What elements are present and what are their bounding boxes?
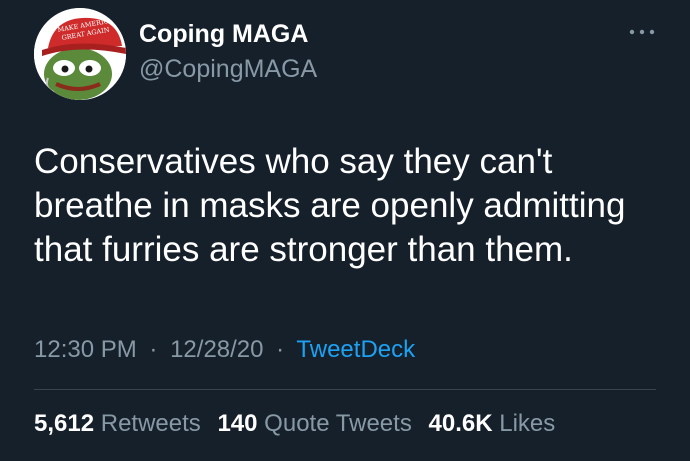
- tweet-card: MAKE AMERICA GREAT AGAIN Coping MAGA @Co…: [0, 0, 690, 461]
- tweet-text-line: Conservatives who say they can't: [34, 142, 553, 181]
- likes-stat[interactable]: 40.6K Likes: [429, 410, 556, 437]
- tweet-text-line: breathe in masks are openly admitting: [34, 186, 626, 225]
- avatar[interactable]: MAKE AMERICA GREAT AGAIN: [34, 8, 126, 100]
- pepe-maga-hat-avatar-icon: MAKE AMERICA GREAT AGAIN: [34, 8, 126, 100]
- likes-count: 40.6K: [428, 410, 493, 437]
- separator-dot: ·: [149, 336, 158, 363]
- likes-label: Likes: [499, 410, 556, 437]
- user-handle[interactable]: @CopingMAGA: [139, 55, 317, 84]
- divider: [34, 389, 656, 390]
- retweets-label: Retweets: [100, 410, 201, 437]
- more-options-button[interactable]: [625, 20, 659, 44]
- tweet-text-line: that furries are stronger than them.: [34, 230, 573, 269]
- separator-dot: ·: [276, 336, 285, 363]
- engagement-stats: 5,612 Retweets 140 Quote Tweets 40.6K Li…: [34, 410, 565, 438]
- more-horizontal-icon: [629, 29, 655, 35]
- quote-tweets-count: 140: [217, 410, 258, 437]
- tweet-text: Conservatives who say they can't breathe…: [34, 140, 664, 272]
- tweet-time[interactable]: 12:30 PM: [34, 336, 137, 363]
- tweet-metadata: 12:30 PM · 12/28/20 · TweetDeck: [34, 336, 415, 364]
- tweet-source-link[interactable]: TweetDeck: [296, 336, 415, 363]
- retweets-count: 5,612: [34, 410, 95, 437]
- quote-tweets-stat[interactable]: 140 Quote Tweets: [217, 410, 411, 437]
- retweets-stat[interactable]: 5,612 Retweets: [34, 410, 201, 437]
- quote-tweets-label: Quote Tweets: [264, 410, 412, 437]
- tweet-date[interactable]: 12/28/20: [170, 336, 263, 363]
- display-name[interactable]: Coping MAGA: [139, 20, 308, 49]
